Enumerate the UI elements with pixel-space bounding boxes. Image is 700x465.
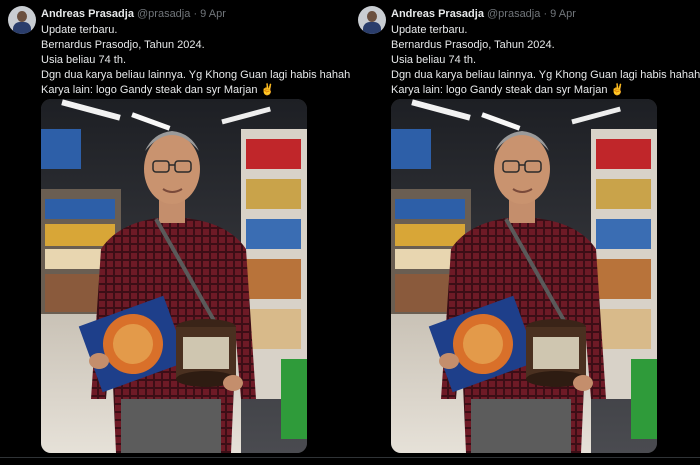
tweet-line: Dgn dua karya beliau lainnya. Yg Khong G… <box>391 69 700 81</box>
tweet-line: Dgn dua karya beliau lainnya. Yg Khong G… <box>41 69 350 81</box>
tweet-line: Update terbaru. <box>41 24 118 36</box>
tweet-header: Andreas Prasadja @prasadja · 9 Apr <box>41 8 226 21</box>
tweet-line: Bernardus Prasodjo, Tahun 2024. <box>41 39 205 51</box>
display-name[interactable]: Andreas Prasadja <box>391 8 484 20</box>
avatar[interactable] <box>8 6 36 34</box>
separator: · <box>193 8 198 20</box>
tweet-line: Karya lain: logo Gandy steak dan syr Mar… <box>41 84 275 96</box>
tweet-header: Andreas Prasadja @prasadja · 9 Apr <box>391 8 576 21</box>
handle[interactable]: @prasadja <box>487 8 540 20</box>
tweet-photo[interactable] <box>41 99 307 453</box>
tweet-date[interactable]: 9 Apr <box>200 8 226 20</box>
tweet-text: Update terbaru. Bernardus Prasodjo, Tahu… <box>41 23 350 98</box>
tweet-text: Update terbaru. Bernardus Prasodjo, Tahu… <box>391 23 700 98</box>
handle[interactable]: @prasadja <box>137 8 190 20</box>
tweet-line: Usia beliau 74 th. <box>391 54 476 66</box>
tweet-photo[interactable] <box>391 99 657 453</box>
avatar[interactable] <box>358 6 386 34</box>
tweet-panel-left: Andreas Prasadja @prasadja · 9 Apr Updat… <box>0 0 350 465</box>
display-name[interactable]: Andreas Prasadja <box>41 8 134 20</box>
tweet-line: Bernardus Prasodjo, Tahun 2024. <box>391 39 555 51</box>
separator: · <box>543 8 548 20</box>
tweet-line: Karya lain: logo Gandy steak dan syr Mar… <box>391 84 625 96</box>
tweet-date[interactable]: 9 Apr <box>550 8 576 20</box>
tweet-line: Update terbaru. <box>391 24 468 36</box>
divider <box>350 457 700 458</box>
tweet-panel-right: Andreas Prasadja @prasadja · 9 Apr Updat… <box>350 0 700 465</box>
tweet-line: Usia beliau 74 th. <box>41 54 126 66</box>
divider <box>0 457 350 458</box>
